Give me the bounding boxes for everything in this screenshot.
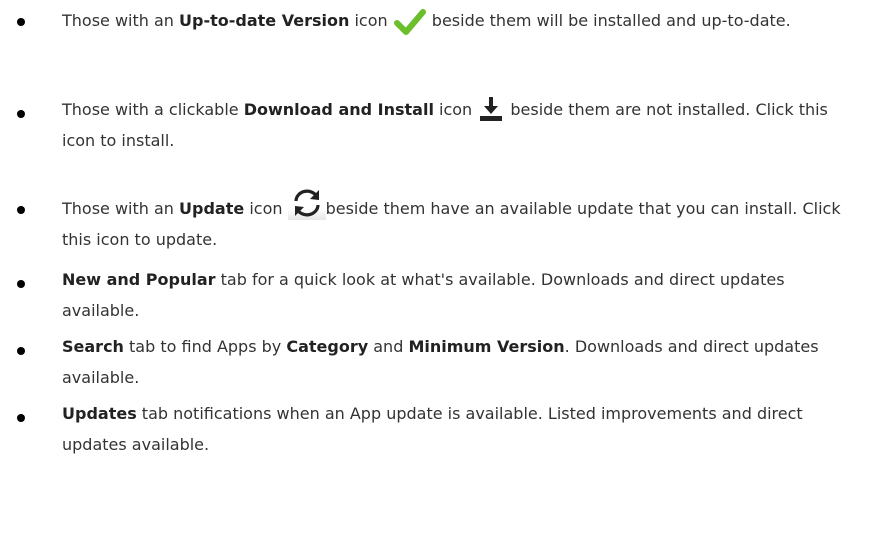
- text-segment: Those with an: [62, 199, 180, 218]
- checkmark-icon: [393, 6, 427, 40]
- bullet: [17, 110, 25, 118]
- text-segment: icon: [349, 11, 393, 30]
- text-segment: beside them will be installed and up-to-…: [426, 11, 791, 30]
- bold-term: Download and Install: [243, 100, 434, 119]
- bold-term: Search: [62, 337, 124, 356]
- text-segment: tab to find Apps by: [123, 337, 287, 356]
- bold-term: Minimum Version: [408, 337, 565, 356]
- bullet: [17, 18, 25, 26]
- refresh-icon[interactable]: [287, 186, 326, 220]
- list-item-text: Updates tab notifications when an App up…: [62, 398, 862, 460]
- bullet: [17, 414, 25, 422]
- bullet: [17, 280, 25, 288]
- list-item-text: Search tab to find Apps by Category and …: [62, 331, 862, 393]
- text-segment: Those with a clickable: [62, 100, 244, 119]
- list-item-text: Those with an Update icon beside them ha…: [62, 189, 862, 255]
- bold-term: New and Popular: [62, 270, 216, 289]
- bold-term: Updates: [62, 404, 137, 423]
- text-segment: Those with an: [62, 11, 180, 30]
- text-segment: and: [368, 337, 409, 356]
- text-segment: icon: [244, 199, 288, 218]
- list-item-text: Those with an Up-to-date Version icon be…: [62, 2, 862, 36]
- bold-term: Update: [179, 199, 245, 218]
- bullet: [17, 347, 25, 355]
- download-icon[interactable]: [477, 95, 505, 123]
- bold-term: Category: [286, 337, 369, 356]
- list-item-text: Those with a clickable Download and Inst…: [62, 94, 862, 156]
- text-segment: icon: [433, 100, 478, 119]
- bullet: [17, 206, 25, 214]
- bold-term: Up-to-date Version: [179, 11, 350, 30]
- text-segment: tab notifications when an App update is …: [62, 404, 803, 454]
- list-item-text: New and Popular tab for a quick look at …: [62, 264, 862, 326]
